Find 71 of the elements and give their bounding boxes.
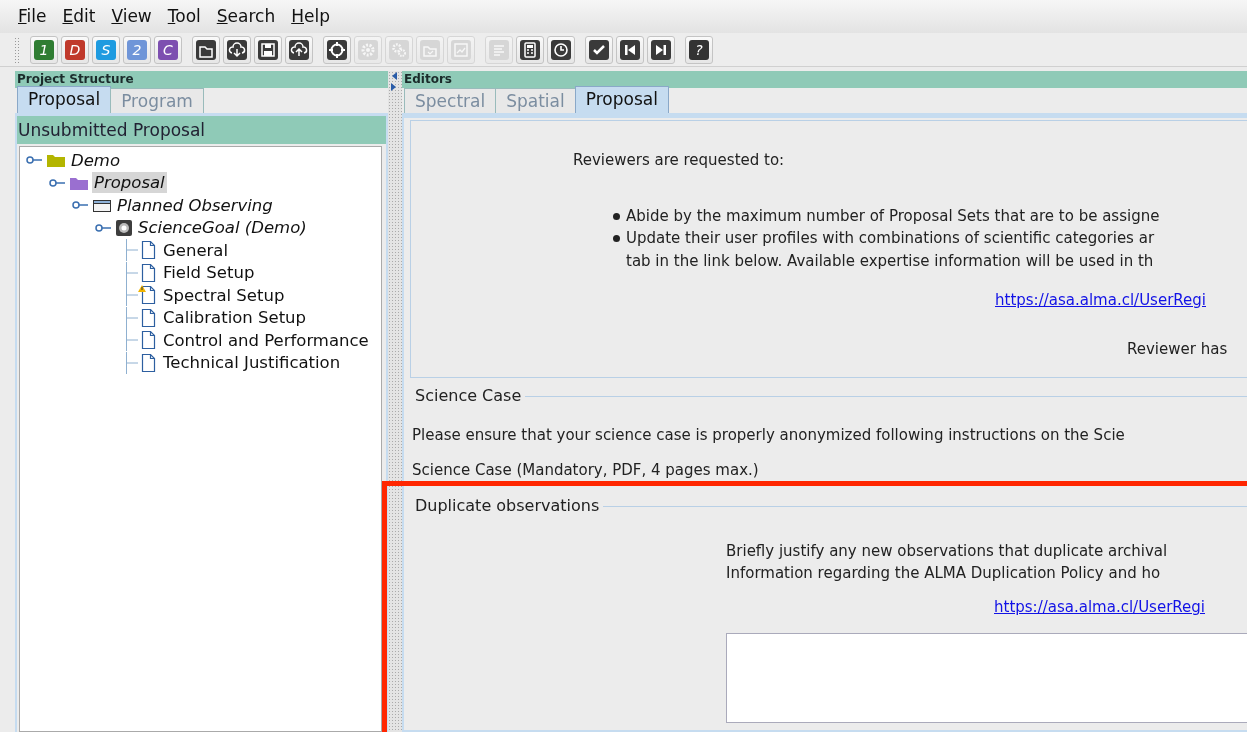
bullet-text: Update their user profiles with combinations of scientific categories ar — [626, 228, 1155, 250]
bullet-text: tab in the link below. Available expertise information will be used in th — [625, 250, 1155, 272]
instruction-text: Reviewer has — [1127, 339, 1229, 360]
tree-item[interactable]: Field Setup — [161, 262, 257, 284]
check-icon — [589, 39, 609, 60]
tree-item[interactable]: Calibration Setup — [161, 307, 309, 329]
tree-item[interactable]: Planned Observing — [115, 194, 275, 216]
tree-item[interactable]: Control and Performance — [161, 329, 371, 351]
toolbar-button[interactable] — [285, 35, 313, 64]
instruction-text: Reviewers are requested to: — [573, 150, 786, 171]
tab[interactable]: Proposal — [574, 86, 669, 113]
cloud-upload-icon — [289, 39, 309, 60]
tree-item[interactable]: Proposal — [92, 172, 167, 194]
tree-line — [126, 306, 138, 329]
gears-icon — [389, 39, 409, 60]
link[interactable]: https://asa.alma.cl/UserRegi — [995, 290, 1206, 309]
instruction-text: Please ensure that your science case is properly anonymized following instructions on the Scie — [412, 425, 1126, 446]
toolbar-button[interactable] — [616, 35, 644, 64]
toolbar-button[interactable] — [585, 35, 613, 64]
tree-item[interactable]: Spectral Setup — [161, 284, 287, 306]
section-title: Science Case — [414, 385, 523, 407]
toolbar-button[interactable] — [254, 35, 282, 64]
expand-handle-icon[interactable] — [26, 154, 44, 167]
tree-item[interactable]: General — [161, 239, 231, 261]
expand-handle-icon[interactable] — [49, 176, 67, 189]
toolbar-button[interactable] — [192, 35, 220, 64]
expand-handle-icon[interactable] — [72, 199, 90, 212]
toolbar-button[interactable] — [547, 35, 575, 64]
target-icon — [115, 218, 133, 237]
menu-item[interactable]: View — [111, 3, 152, 30]
tree-item[interactable]: Demo — [69, 149, 123, 171]
panel-title: Project Structure — [15, 71, 388, 88]
tree-item[interactable]: Technical Justification — [161, 352, 343, 374]
target-icon — [327, 39, 347, 60]
tree-line — [126, 351, 138, 374]
tree-line — [126, 284, 138, 307]
field-label: Science Case (Mandatory, PDF, 4 pages max.) — [412, 459, 760, 481]
gear-icon — [358, 39, 378, 60]
menu-item[interactable]: File — [18, 3, 47, 30]
tree-line — [126, 329, 138, 352]
tab[interactable]: Proposal — [17, 86, 112, 113]
menu-item[interactable]: Edit — [62, 3, 96, 30]
toolbar-button[interactable] — [647, 35, 675, 64]
clock-icon — [551, 39, 571, 60]
panel-title: Editors — [402, 71, 1247, 88]
toolbar-button[interactable] — [223, 35, 251, 64]
document-icon — [489, 39, 509, 60]
tree-title: Unsubmitted Proposal — [17, 116, 386, 144]
collapse-arrows-icon[interactable] — [390, 71, 398, 93]
toolbar-button[interactable] — [516, 35, 544, 64]
link[interactable]: https://asa.alma.cl/UserRegi — [994, 598, 1205, 616]
menu-item[interactable]: Help — [291, 3, 330, 30]
cloud-download-icon — [227, 39, 247, 60]
section-title: Duplicate observations — [414, 495, 601, 517]
bullet-icon — [613, 235, 620, 242]
expand-handle-icon[interactable] — [95, 221, 113, 234]
tree-item[interactable]: ScienceGoal (Demo) — [136, 217, 309, 239]
menu-item[interactable]: Tool — [167, 3, 201, 30]
skip-forward-icon — [651, 39, 671, 60]
floppy-disk-icon — [258, 39, 278, 60]
bullet-text: Abide by the maximum number of Proposal Sets that are to be assigne — [626, 206, 1160, 228]
chart-icon — [451, 39, 471, 60]
skip-back-icon — [620, 39, 640, 60]
instruction-text: Briefly justify any new observations that duplicate archival — [726, 541, 1169, 562]
menu-item[interactable]: Search — [216, 3, 276, 30]
instruction-text: Information regarding the ALMA Duplication Policy and ho — [726, 563, 1162, 584]
toolbar-button[interactable] — [323, 35, 351, 64]
calculator-icon — [520, 39, 540, 60]
tree-line — [126, 239, 138, 262]
bullet-icon — [613, 213, 620, 220]
tree-line — [126, 261, 138, 284]
